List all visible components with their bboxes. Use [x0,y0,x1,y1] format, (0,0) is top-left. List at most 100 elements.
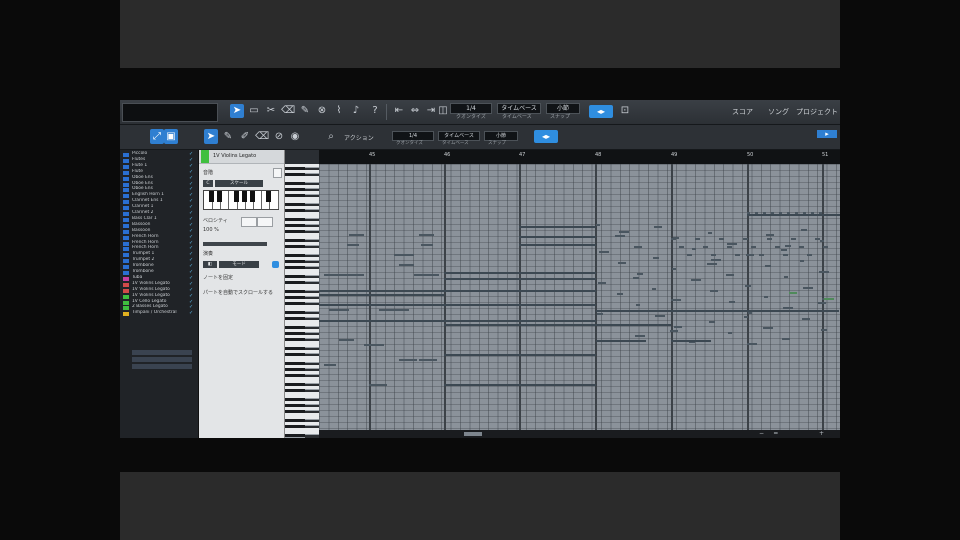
midi-note[interactable] [824,298,834,300]
midi-note[interactable] [519,236,596,238]
midi-note[interactable] [636,304,640,306]
midi-note[interactable] [708,232,712,234]
midi-note[interactable] [775,246,780,248]
midi-note[interactable] [744,316,748,318]
midi-note[interactable] [735,254,740,256]
midi-note[interactable] [763,327,773,329]
midi-note[interactable] [679,246,684,248]
midi-note[interactable] [747,214,840,216]
track-row-empty[interactable] [132,350,192,355]
velocity-slider[interactable] [203,242,267,246]
midi-note[interactable] [394,254,414,256]
midi-note[interactable] [727,246,732,248]
piano-roll-grid[interactable] [319,164,840,430]
scale-black-key[interactable] [266,191,271,202]
midi-note[interactable] [419,234,434,236]
velocity-button-b[interactable] [257,217,273,227]
scale-black-key[interactable] [242,191,247,202]
scale-type-select[interactable]: スケール [215,180,263,187]
midi-note[interactable] [807,254,812,256]
midi-note[interactable] [821,329,827,331]
midi-note[interactable] [444,354,596,356]
midi-note[interactable] [339,339,354,341]
midi-note[interactable] [815,238,820,240]
midi-note[interactable] [399,264,414,266]
track-visible-check-icon[interactable]: ✓ [189,310,193,316]
midi-note[interactable] [707,263,717,265]
midi-note[interactable] [784,276,788,278]
midi-note[interactable] [747,343,757,345]
midi-note[interactable] [783,254,788,256]
midi-note[interactable] [652,288,656,290]
midi-note[interactable] [801,229,807,231]
midi-note[interactable] [637,273,643,275]
expand-icon[interactable]: ⤢ [150,129,164,144]
scale-black-key[interactable] [209,191,214,202]
eraser-tool-icon[interactable]: ⌫ [281,104,295,118]
scale-black-key[interactable] [217,191,222,202]
midi-note[interactable] [751,246,756,248]
midi-note[interactable] [597,313,603,315]
loop-icon[interactable]: ⇔ [408,104,422,118]
scale-root-select[interactable]: C [203,180,213,187]
midi-note[interactable] [782,338,790,340]
midi-note[interactable] [803,287,813,289]
midi-note[interactable] [709,321,715,323]
midi-note[interactable] [695,238,700,240]
midi-note[interactable] [324,364,336,366]
midi-note[interactable] [800,260,804,262]
bend-tool-icon[interactable]: ⌇ [332,104,346,118]
midi-note[interactable] [596,224,600,226]
midi-note[interactable] [324,274,364,276]
editor-arrow-tool-icon[interactable]: ➤ [204,129,218,144]
range-tool-icon[interactable]: ▭ [247,104,261,118]
midi-note[interactable] [765,265,771,267]
snap-icon[interactable]: ◫ [436,104,450,118]
midi-note[interactable] [687,254,692,256]
mode-icon-button[interactable]: ◧ [203,261,217,268]
midi-note[interactable] [767,238,772,240]
midi-note[interactable] [671,340,711,342]
midi-note[interactable] [635,335,645,337]
midi-note[interactable] [671,238,676,240]
mode-active-indicator[interactable] [272,261,279,268]
midi-note[interactable] [703,246,708,248]
midi-note[interactable] [789,292,797,294]
help-icon[interactable]: ? [368,104,382,118]
midi-note[interactable] [633,277,639,279]
scale-keyboard[interactable] [203,190,279,210]
midi-note[interactable] [783,307,793,309]
midi-note[interactable] [369,384,387,386]
midi-note[interactable] [672,268,676,270]
piano-black-key[interactable] [285,434,305,438]
action-menu[interactable]: アクション [344,133,374,142]
midi-note[interactable] [519,226,596,228]
split-tool-icon[interactable]: ✂ [264,104,278,118]
midi-note[interactable] [823,246,828,248]
midi-note[interactable] [617,293,623,295]
midi-note[interactable] [819,271,829,273]
auto-scroll-option[interactable]: パートを自動でスクロールする [203,289,273,296]
editor-paint-icon[interactable]: ✐ [238,129,252,144]
prev-icon[interactable]: ⇤ [392,104,406,118]
midi-note[interactable] [745,285,751,287]
listen-tool-icon[interactable]: ♪ [349,104,363,118]
arrow-tool-icon[interactable]: ➤ [230,104,244,118]
midi-note[interactable] [414,274,439,276]
midi-note[interactable] [729,301,735,303]
editor-mute-icon[interactable]: ⊘ [272,129,286,144]
editor-erase-icon[interactable]: ⌫ [255,129,269,144]
midi-note[interactable] [319,290,596,292]
midi-note[interactable] [766,234,774,236]
midi-note[interactable] [726,274,734,276]
zoom-slider-icon[interactable]: ═ [774,430,778,437]
midi-note[interactable] [748,312,752,314]
scale-black-key[interactable] [250,191,255,202]
editor-listen-icon[interactable]: ◉ [288,129,302,144]
midi-note[interactable] [746,254,754,256]
midi-note[interactable] [802,318,810,320]
snap-toggle-button[interactable]: ◂▸ [589,105,613,118]
midi-note[interactable] [444,278,596,280]
midi-note[interactable] [444,272,596,274]
midi-note[interactable] [618,262,626,264]
